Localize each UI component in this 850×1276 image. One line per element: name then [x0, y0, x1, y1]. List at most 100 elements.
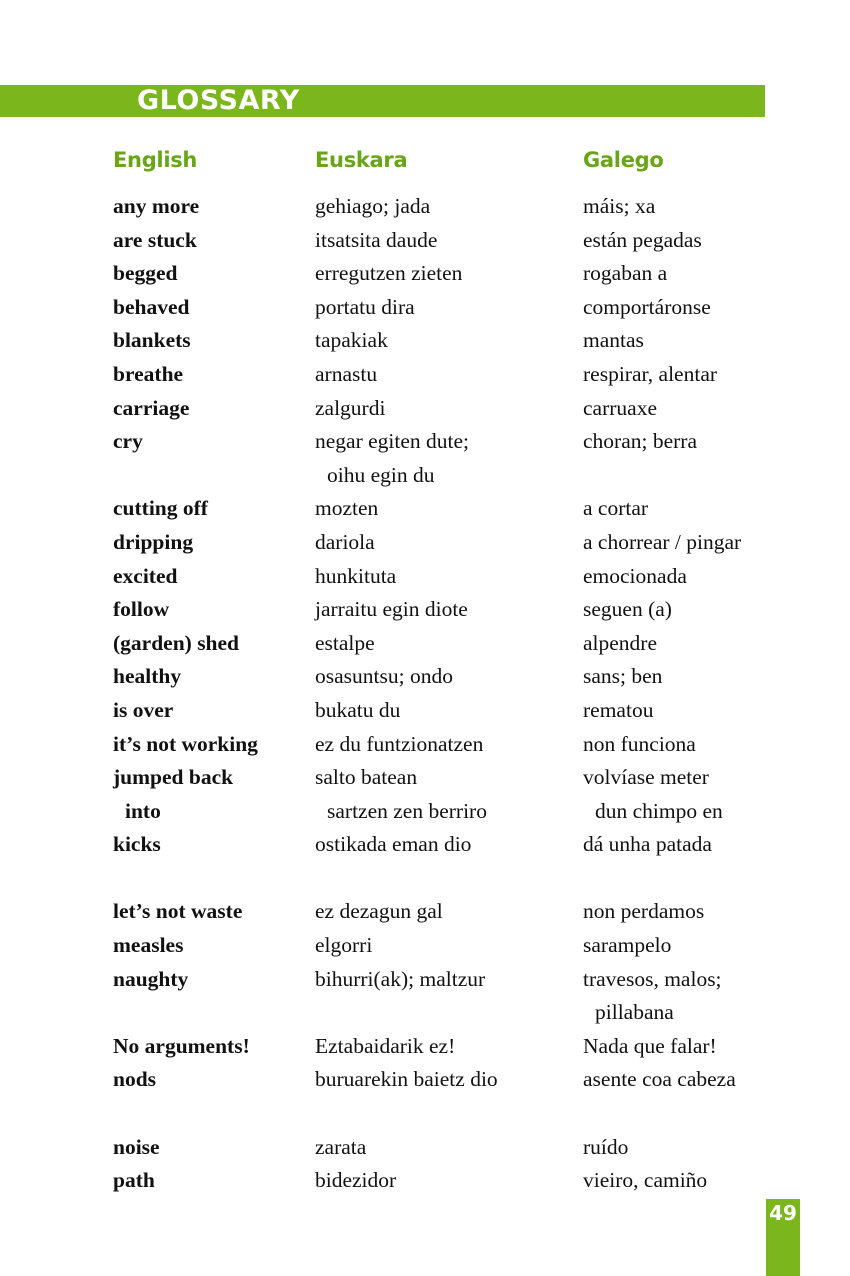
english-term: carriage [113, 395, 190, 420]
english-term: dripping [113, 529, 194, 554]
euskara-term: gehiago; jada [315, 194, 431, 218]
column-header-galego: Galego [583, 148, 664, 172]
galego-term: non perdamos [583, 899, 705, 924]
euskara-term: jarraitu egin diote [315, 597, 468, 622]
glossary-row: are stuck itsatsita daude están pegadas [0, 224, 850, 258]
glossary-row: behaved portatu dira comportáronse [0, 291, 850, 325]
english-term: any more [113, 194, 200, 218]
english-term: kicks [113, 832, 161, 857]
galego-term: dun chimpo en [595, 798, 723, 823]
glossary-row [0, 1097, 850, 1131]
galego-term: emocionada [583, 563, 687, 588]
english-term: healthy [113, 664, 182, 689]
euskara-term: sartzen zen berriro [327, 798, 487, 823]
euskara-term: ostikada eman dio [315, 832, 472, 857]
glossary-row: begged erregutzen zieten rogaban a [0, 257, 850, 291]
glossary-row: kicks ostikada eman dio dá unha patada [0, 828, 850, 862]
english-term: begged [113, 261, 178, 286]
english-term: breathe [113, 361, 184, 386]
english-term: blankets [113, 328, 191, 353]
euskara-term: osasuntsu; ondo [315, 664, 453, 689]
english-term: path [113, 1168, 155, 1193]
english-term: into [125, 798, 161, 823]
galego-term: carruaxe [583, 395, 657, 420]
euskara-term: estalpe [315, 630, 375, 655]
euskara-term: tapakiak [315, 328, 388, 353]
euskara-term: erregutzen zieten [315, 261, 463, 286]
euskara-term: arnastu [315, 361, 378, 386]
glossary-row: naughty bihurri(ak); maltzur travesos, mal… [0, 963, 850, 997]
euskara-term: zalgurdi [315, 395, 386, 420]
english-term: let’s not waste [113, 899, 243, 924]
glossary-row: let’s not waste ez dezagun gal non perdamo… [0, 895, 850, 929]
euskara-term: ez dezagun gal [315, 899, 443, 924]
glossary-row [0, 862, 850, 896]
glossary-row: jumped back salto batean volvíase meter [0, 761, 850, 795]
euskara-term: bidezidor [315, 1168, 397, 1193]
english-term: follow [113, 597, 170, 622]
galego-term: rematou [583, 697, 654, 722]
galego-term: seguen (a) [583, 597, 672, 622]
galego-term: ruído [583, 1134, 629, 1159]
glossary-row: carriage zalgurdi carruaxe [0, 392, 850, 426]
galego-term: choran; berra [583, 429, 697, 454]
glossary-banner: GLOSSARY [0, 85, 765, 117]
galego-term: rogaban a [583, 261, 668, 286]
galego-term: non funciona [583, 731, 696, 756]
euskara-term: dariola [315, 529, 375, 554]
euskara-term: zarata [315, 1134, 367, 1159]
english-term: No arguments! [113, 1033, 250, 1058]
euskara-term: oihu egin du [327, 462, 435, 487]
galego-term: a cortar [583, 496, 649, 521]
glossary-row: it’s not working ez du funtzionatzen non f… [0, 728, 850, 762]
galego-term: respirar, alentar [583, 361, 718, 386]
euskara-term: hunkituta [315, 563, 397, 588]
galego-term: comportáronse [583, 294, 711, 319]
page-number: 49 [769, 1201, 797, 1225]
galego-term: sarampelo [583, 933, 672, 958]
galego-term: volvíase meter [583, 765, 709, 790]
column-header-euskara: Euskara [315, 148, 408, 172]
column-header-english: English [113, 148, 198, 172]
galego-term: sans; ben [583, 664, 663, 689]
glossary-row: path bidezidor vieiro, camiño [0, 1164, 850, 1198]
euskara-term: negar egiten dute; [315, 429, 470, 454]
glossary-row: is over bukatu du rematou [0, 694, 850, 728]
glossary-row: cry negar egiten dute; choran; berra [0, 425, 850, 459]
glossary-row: oihu egin du [0, 459, 850, 493]
glossary-row: blankets tapakiak mantas [0, 324, 850, 358]
glossary-row: pillabana [0, 996, 850, 1030]
english-term: cutting off [113, 496, 208, 521]
glossary-row: excited hunkituta emocionada [0, 560, 850, 594]
galego-term: vieiro, camiño [583, 1168, 708, 1193]
galego-term: están pegadas [583, 227, 702, 252]
page-number-tab: 49 [766, 1199, 800, 1276]
english-term: naughty [113, 966, 189, 991]
glossary-row: No arguments! Eztabaidarik ez! Nada que fa… [0, 1030, 850, 1064]
english-term: is over [113, 697, 174, 722]
english-term: cry [113, 429, 143, 454]
english-term: nods [113, 1067, 157, 1092]
euskara-term: portatu dira [315, 294, 415, 319]
glossary-row: (garden) shed estalpe alpendre [0, 627, 850, 661]
glossary-row: any more gehiago; jada máis; xa [0, 190, 850, 224]
euskara-term: itsatsita daude [315, 227, 438, 252]
galego-term: pillabana [595, 1000, 674, 1025]
glossary-table: any more gehiago; jada máis; xa are stuck it… [0, 190, 850, 1198]
euskara-term: bukatu du [315, 697, 401, 722]
glossary-row: dripping dariola a chorrear / pingar [0, 526, 850, 560]
glossary-row: into sartzen zen berriro dun chimpo en [0, 795, 850, 829]
galego-term: Nada que falar! [583, 1033, 717, 1058]
english-term: it’s not working [113, 731, 258, 756]
galego-term: asente coa cabeza [583, 1067, 736, 1092]
glossary-row: follow jarraitu egin diote seguen (a) [0, 593, 850, 627]
euskara-term: ez du funtzionatzen [315, 731, 484, 756]
glossary-row: cutting off mozten a cortar [0, 492, 850, 526]
euskara-term: bihurri(ak); maltzur [315, 966, 486, 991]
english-term: measles [113, 933, 184, 958]
glossary-row: healthy osasuntsu; ondo sans; ben [0, 660, 850, 694]
english-term: jumped back [113, 765, 234, 790]
english-term: are stuck [113, 227, 197, 252]
euskara-term: salto batean [315, 765, 418, 790]
euskara-term: elgorri [315, 933, 373, 958]
